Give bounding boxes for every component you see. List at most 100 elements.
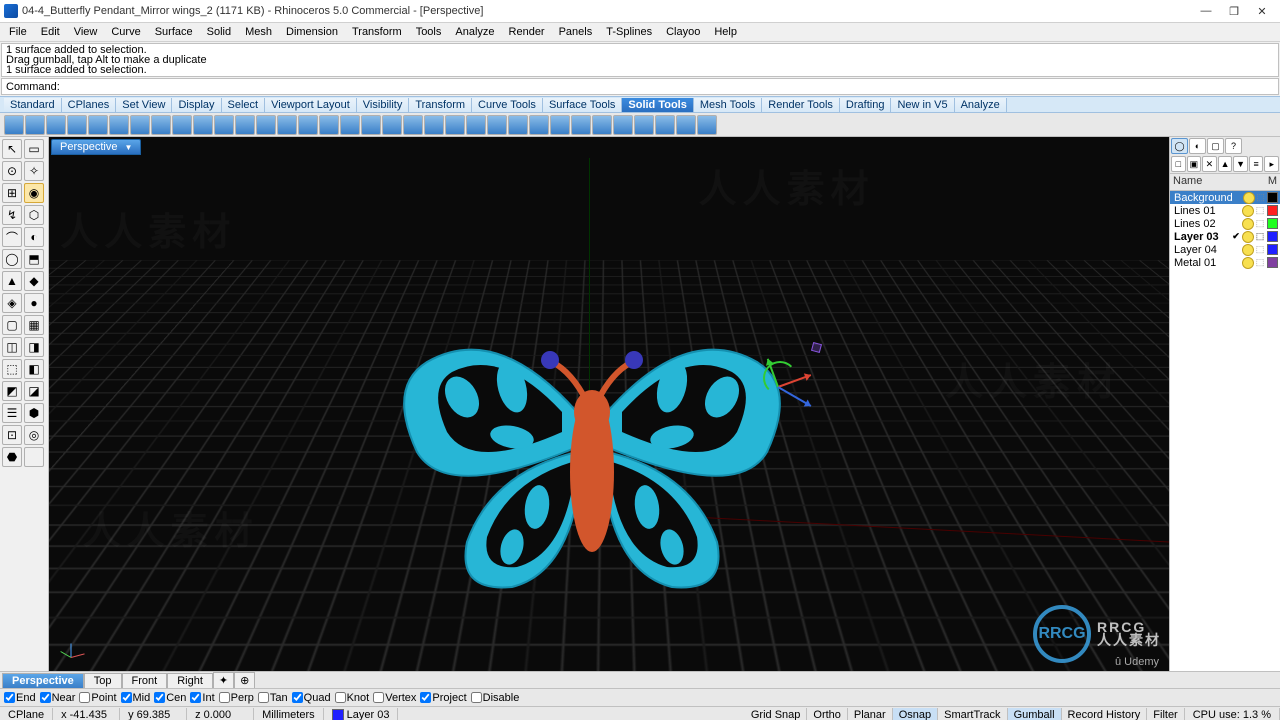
tooltab-analyze[interactable]: Analyze — [955, 98, 1007, 112]
left-tool-29[interactable] — [24, 447, 44, 467]
osnap-tan[interactable]: Tan — [258, 692, 288, 704]
layers-tab-icon[interactable]: ◯ — [1171, 138, 1188, 154]
solid-tool-3[interactable] — [67, 115, 87, 135]
left-tool-22[interactable]: ◩ — [2, 381, 22, 401]
solid-tool-26[interactable] — [550, 115, 570, 135]
solid-tool-8[interactable] — [172, 115, 192, 135]
solid-tool-32[interactable] — [676, 115, 696, 135]
menu-file[interactable]: File — [2, 25, 34, 39]
menu-solid[interactable]: Solid — [200, 25, 238, 39]
left-tool-2[interactable]: ⊙ — [2, 161, 22, 181]
solid-tool-14[interactable] — [298, 115, 318, 135]
left-tool-4[interactable]: ⊞ — [2, 183, 22, 203]
delete-layer-button[interactable]: ✕ — [1202, 156, 1217, 172]
solid-tool-21[interactable] — [445, 115, 465, 135]
solid-tool-28[interactable] — [592, 115, 612, 135]
tooltab-transform[interactable]: Transform — [409, 98, 472, 112]
status-recordhistory[interactable]: Record History — [1062, 708, 1148, 720]
menu-edit[interactable]: Edit — [34, 25, 67, 39]
left-tool-23[interactable]: ◪ — [24, 381, 44, 401]
left-tool-20[interactable]: ⬚ — [2, 359, 22, 379]
menu-render[interactable]: Render — [502, 25, 552, 39]
osnap-checkbox[interactable] — [373, 692, 384, 703]
left-tool-5[interactable]: ◉ — [24, 183, 44, 203]
left-tool-26[interactable]: ⊡ — [2, 425, 22, 445]
osnap-checkbox[interactable] — [79, 692, 90, 703]
osnap-end[interactable]: End — [4, 692, 36, 704]
menu-dimension[interactable]: Dimension — [279, 25, 345, 39]
layer-row[interactable]: Metal 01⬚ — [1170, 256, 1280, 269]
status-gridsnap[interactable]: Grid Snap — [745, 708, 808, 720]
osnap-checkbox[interactable] — [121, 692, 132, 703]
layer-row[interactable]: Layer 03✔⬚ — [1170, 230, 1280, 243]
osnap-knot[interactable]: Knot — [335, 692, 370, 704]
move-up-button[interactable]: ▲ — [1218, 156, 1233, 172]
left-tool-28[interactable]: ⬣ — [2, 447, 22, 467]
layer-row[interactable]: Background⬚ — [1170, 191, 1280, 204]
osnap-int[interactable]: Int — [190, 692, 214, 704]
tooltab-meshtools[interactable]: Mesh Tools — [694, 98, 762, 112]
status-smarttrack[interactable]: SmartTrack — [938, 708, 1007, 720]
solid-tool-11[interactable] — [235, 115, 255, 135]
tooltab-curvetools[interactable]: Curve Tools — [472, 98, 543, 112]
left-tool-13[interactable]: ◆ — [24, 271, 44, 291]
left-tool-6[interactable]: ↯ — [2, 205, 22, 225]
left-tool-21[interactable]: ◧ — [24, 359, 44, 379]
gumball-manipulator[interactable] — [743, 351, 813, 421]
layer-visible-icon[interactable] — [1242, 244, 1254, 256]
layer-row[interactable]: Lines 02⬚ — [1170, 217, 1280, 230]
menu-transform[interactable]: Transform — [345, 25, 409, 39]
solid-tool-29[interactable] — [613, 115, 633, 135]
viewport-title-tab[interactable]: Perspective ▼ — [51, 139, 141, 155]
layer-visible-icon[interactable] — [1242, 257, 1254, 269]
layer-lock-icon[interactable]: ⬚ — [1255, 231, 1265, 242]
osnap-mid[interactable]: Mid — [121, 692, 151, 704]
solid-tool-27[interactable] — [571, 115, 591, 135]
menu-tools[interactable]: Tools — [409, 25, 449, 39]
layer-visible-icon[interactable] — [1242, 205, 1254, 217]
status-filter[interactable]: Filter — [1147, 708, 1184, 720]
tooltab-setview[interactable]: Set View — [116, 98, 172, 112]
move-down-button[interactable]: ▼ — [1233, 156, 1248, 172]
layer-color-swatch[interactable] — [1267, 244, 1278, 255]
menu-help[interactable]: Help — [707, 25, 744, 39]
solid-tool-18[interactable] — [382, 115, 402, 135]
layer-lock-icon[interactable]: ⬚ — [1256, 192, 1266, 203]
left-tool-11[interactable]: ⬒ — [24, 249, 44, 269]
osnap-checkbox[interactable] — [335, 692, 346, 703]
layer-lock-icon[interactable]: ⬚ — [1255, 257, 1265, 268]
layer-lock-icon[interactable]: ⬚ — [1255, 205, 1265, 216]
viewtab-add[interactable]: ✦ — [213, 672, 234, 688]
osnap-checkbox[interactable] — [258, 692, 269, 703]
solid-tool-22[interactable] — [466, 115, 486, 135]
left-tool-18[interactable]: ◫ — [2, 337, 22, 357]
left-tool-25[interactable]: ⬢ — [24, 403, 44, 423]
menu-surface[interactable]: Surface — [148, 25, 200, 39]
close-button[interactable]: ✕ — [1248, 1, 1276, 21]
solid-tool-15[interactable] — [319, 115, 339, 135]
osnap-checkbox[interactable] — [4, 692, 15, 703]
solid-tool-5[interactable] — [109, 115, 129, 135]
osnap-checkbox[interactable] — [292, 692, 303, 703]
left-tool-17[interactable]: ▦ — [24, 315, 44, 335]
viewtab-top[interactable]: Top — [84, 673, 122, 688]
solid-tool-7[interactable] — [151, 115, 171, 135]
osnap-checkbox[interactable] — [154, 692, 165, 703]
left-tool-24[interactable]: ☰ — [2, 403, 22, 423]
tooltab-standard[interactable]: Standard — [4, 98, 62, 112]
solid-tool-2[interactable] — [46, 115, 66, 135]
layer-visible-icon[interactable] — [1242, 218, 1254, 230]
solid-tool-33[interactable] — [697, 115, 717, 135]
layer-visible-icon[interactable] — [1243, 192, 1255, 204]
menu-clayoo[interactable]: Clayoo — [659, 25, 707, 39]
tooltab-cplanes[interactable]: CPlanes — [62, 98, 117, 112]
new-sublayer-button[interactable]: ▣ — [1187, 156, 1202, 172]
left-tool-7[interactable]: ⬡ — [24, 205, 44, 225]
menu-panels[interactable]: Panels — [552, 25, 600, 39]
tools-button[interactable]: ▸ — [1264, 156, 1279, 172]
command-input[interactable] — [62, 80, 1274, 94]
left-tool-10[interactable]: ◯ — [2, 249, 22, 269]
tooltab-display[interactable]: Display — [172, 98, 221, 112]
left-tool-27[interactable]: ◎ — [24, 425, 44, 445]
solid-tool-24[interactable] — [508, 115, 528, 135]
